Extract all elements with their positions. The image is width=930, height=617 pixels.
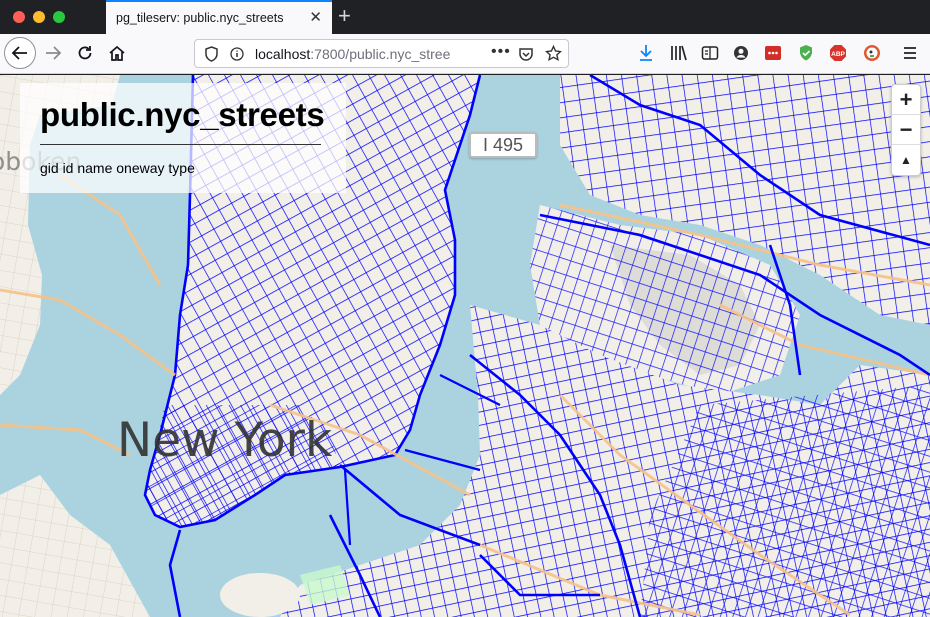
highway-shield-label: I 495 <box>469 132 538 158</box>
navigation-toolbar: localhost:7800/public.nyc_stree ••• ABP <box>0 34 930 74</box>
url-bar[interactable]: localhost:7800/public.nyc_stree ••• <box>194 39 569 68</box>
account-icon[interactable] <box>729 41 753 65</box>
layer-info-panel: public.nyc_streets gid id name oneway ty… <box>20 83 346 193</box>
zoom-out-button[interactable]: − <box>892 115 920 145</box>
close-icon[interactable]: ✕ <box>309 10 322 25</box>
tab-title: pg_tileserv: public.nyc_streets <box>116 11 284 25</box>
svg-text:ABP: ABP <box>831 51 845 58</box>
home-icon <box>109 45 125 61</box>
tab-active[interactable]: pg_tileserv: public.nyc_streets ✕ <box>106 0 332 34</box>
window-close-button[interactable] <box>13 11 25 23</box>
arrow-right-icon <box>46 46 62 60</box>
abp-icon[interactable]: ABP <box>826 41 850 65</box>
url-host: localhost <box>255 46 311 62</box>
star-icon[interactable] <box>545 45 562 62</box>
zoom-control: + − ▲ <box>891 84 921 176</box>
reader-view-icon[interactable] <box>698 41 722 65</box>
map-viewport[interactable]: oboken New York I 495 public.nyc_streets… <box>0 75 930 617</box>
menu-icon[interactable] <box>898 41 922 65</box>
home-button[interactable] <box>102 38 132 68</box>
library-icon[interactable] <box>667 41 691 65</box>
back-button[interactable] <box>4 37 36 69</box>
info-icon[interactable] <box>230 47 244 61</box>
shield-check-icon[interactable] <box>794 41 818 65</box>
url-path: :7800/public.nyc_stree <box>310 46 451 62</box>
title-divider <box>40 144 321 145</box>
arrow-left-icon <box>11 46 27 60</box>
map-label-new-york: New York <box>117 413 333 468</box>
pocket-icon[interactable] <box>518 46 534 62</box>
zoom-in-button[interactable]: + <box>892 85 920 115</box>
land-governors-island <box>220 573 300 617</box>
reload-icon <box>78 46 92 60</box>
download-icon[interactable] <box>634 41 658 65</box>
layer-title: public.nyc_streets <box>40 96 325 133</box>
forward-button[interactable] <box>38 38 68 68</box>
reset-north-button[interactable]: ▲ <box>892 145 920 175</box>
tab-strip: pg_tileserv: public.nyc_streets ✕ + <box>0 0 930 34</box>
layer-fields: gid id name oneway type <box>40 160 195 176</box>
shield-icon[interactable] <box>204 46 219 62</box>
lastpass-icon[interactable] <box>761 41 785 65</box>
duckduckgo-icon[interactable] <box>860 41 884 65</box>
more-icon[interactable]: ••• <box>491 43 511 61</box>
url-text[interactable]: localhost:7800/public.nyc_stree <box>255 46 485 62</box>
window-maximize-button[interactable] <box>53 11 65 23</box>
plus-icon[interactable]: + <box>338 4 351 28</box>
reload-button[interactable] <box>70 38 100 68</box>
window-minimize-button[interactable] <box>33 11 45 23</box>
